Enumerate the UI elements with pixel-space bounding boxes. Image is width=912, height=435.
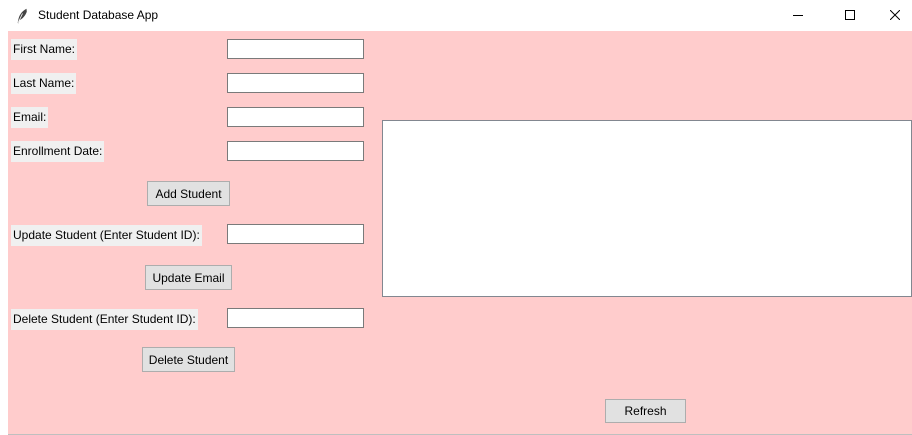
delete-student-label: Delete Student (Enter Student ID):: [11, 309, 198, 330]
last-name-input[interactable]: [227, 73, 364, 93]
close-button[interactable]: [872, 0, 912, 31]
app-window: Student Database App First Name: Last Na…: [0, 0, 912, 435]
last-name-label: Last Name:: [11, 73, 77, 94]
delete-student-id-input[interactable]: [227, 308, 364, 328]
first-name-input[interactable]: [227, 39, 364, 59]
title-bar[interactable]: Student Database App: [0, 0, 912, 31]
window-title: Student Database App: [38, 8, 159, 22]
first-name-label: First Name:: [11, 39, 78, 60]
update-student-id-input[interactable]: [227, 224, 364, 244]
delete-student-button[interactable]: Delete Student: [142, 347, 235, 372]
email-input[interactable]: [227, 107, 364, 127]
student-listbox[interactable]: [382, 120, 912, 297]
enrollment-date-label: Enrollment Date:: [11, 141, 105, 162]
feather-icon: [15, 8, 29, 24]
enrollment-date-input[interactable]: [227, 141, 364, 161]
update-email-button[interactable]: Update Email: [145, 265, 232, 290]
maximize-button[interactable]: [827, 0, 873, 31]
minimize-icon: [793, 9, 803, 23]
main-panel: First Name: Last Name: Email: Enrollment…: [8, 31, 912, 434]
minimize-button[interactable]: [775, 0, 821, 31]
update-student-label: Update Student (Enter Student ID):: [11, 225, 202, 246]
close-icon: [889, 9, 901, 23]
refresh-button[interactable]: Refresh: [605, 399, 686, 423]
email-label: Email:: [11, 107, 49, 128]
add-student-button[interactable]: Add Student: [147, 181, 230, 206]
maximize-icon: [845, 9, 855, 23]
